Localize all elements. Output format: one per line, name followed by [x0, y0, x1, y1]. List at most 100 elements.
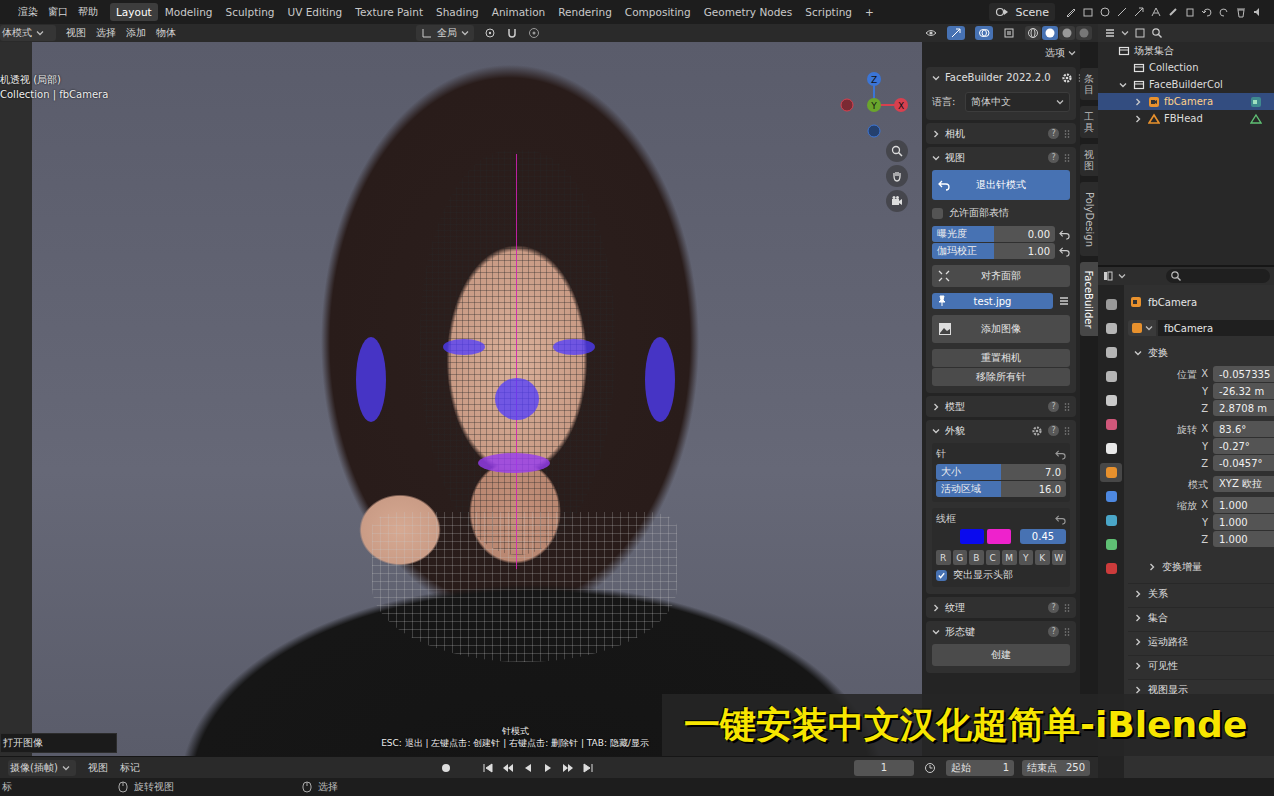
properties-search[interactable] — [1166, 269, 1270, 283]
model-panel-header[interactable]: 模型? — [926, 396, 1076, 417]
sidebar-tab[interactable]: FaceBuilder — [1080, 262, 1098, 336]
search-icon[interactable] — [1151, 27, 1163, 39]
drag-handle-icon[interactable] — [1064, 129, 1070, 139]
xray-icon[interactable] — [1003, 27, 1015, 39]
workspace-tab[interactable]: Compositing — [619, 3, 697, 21]
zoom-button[interactable] — [886, 140, 908, 162]
channel-button[interactable]: Y — [1019, 550, 1034, 565]
clock-icon[interactable] — [924, 762, 936, 774]
section-header[interactable]: 运动路径 — [1128, 631, 1274, 652]
trash-icon[interactable] — [1235, 6, 1247, 18]
camera-view-button[interactable] — [886, 190, 908, 212]
properties-tab[interactable] — [1100, 535, 1122, 554]
drag-handle-icon[interactable] — [1064, 153, 1070, 163]
align-face-button[interactable]: 对齐面部 — [932, 265, 1070, 287]
display-mode-icon[interactable] — [1134, 27, 1146, 39]
properties-tab[interactable] — [1100, 439, 1122, 458]
scene-selector[interactable]: Scene — [989, 3, 1055, 21]
solid-shading[interactable] — [1042, 26, 1058, 40]
overlay-toggle[interactable] — [975, 26, 993, 40]
help-icon[interactable]: ? — [1048, 602, 1059, 613]
vector-field[interactable]: 旋转X83.6° — [1128, 421, 1274, 438]
viewport-menu[interactable]: 视图 — [66, 26, 86, 40]
keying-dropdown[interactable]: 摄像(插帧) — [8, 760, 76, 776]
view-panel-header[interactable]: 视图? — [926, 147, 1076, 168]
camera-panel-header[interactable]: 相机? — [926, 123, 1076, 144]
rectangle-icon[interactable] — [1082, 6, 1094, 18]
next-keyframe-icon[interactable] — [562, 762, 574, 774]
pan-button[interactable] — [886, 165, 908, 187]
workspace-tab[interactable]: Sculpting — [219, 3, 280, 21]
workspace-tab[interactable]: Modeling — [159, 3, 219, 21]
help-icon[interactable]: ? — [1048, 152, 1059, 163]
speaker-icon[interactable] — [1252, 6, 1264, 18]
outliner-item[interactable]: FaceBuilderCol — [1098, 76, 1274, 93]
workspace-tab[interactable]: Shading — [430, 3, 485, 21]
drag-handle-icon[interactable] — [1064, 426, 1070, 436]
timeline-menu[interactable]: 标记 — [120, 761, 140, 775]
record-icon[interactable] — [440, 762, 452, 774]
channel-button[interactable]: G — [953, 550, 968, 565]
language-dropdown[interactable]: 简体中文 — [965, 92, 1070, 112]
timeline-menu[interactable]: 视图 — [88, 761, 108, 775]
exit-pin-mode-button[interactable]: 退出针模式 — [932, 170, 1070, 200]
workspace-tab[interactable]: Geometry Nodes — [698, 3, 799, 21]
value-slider[interactable]: 曝光度0.00 — [932, 226, 1055, 242]
menu-icon[interactable] — [1058, 295, 1070, 307]
eraser-icon[interactable] — [1184, 6, 1196, 18]
viewport-menu[interactable]: 物体 — [156, 26, 176, 40]
vector-field[interactable]: Y-0.27° — [1128, 438, 1274, 455]
sidebar-tab[interactable]: 视图 — [1080, 144, 1098, 176]
circle-icon[interactable] — [1099, 6, 1111, 18]
viewport-menu[interactable]: 添加 — [126, 26, 146, 40]
wire-opacity-field[interactable]: 0.45 — [1020, 529, 1066, 544]
properties-tab[interactable] — [1100, 391, 1122, 410]
section-header[interactable]: 可见性 — [1128, 655, 1274, 676]
properties-tab[interactable] — [1100, 367, 1122, 386]
vector-field[interactable]: 位置X-0.057335 — [1128, 366, 1274, 383]
3d-viewport[interactable]: 机透视 (局部)Collection | fbCameraXYZ针模式ESC: … — [0, 42, 922, 756]
gear-icon[interactable] — [1031, 425, 1043, 437]
object-name-field[interactable]: fbCamera — [1158, 320, 1274, 336]
menu-item[interactable]: 窗口 — [48, 5, 68, 19]
properties-tab[interactable] — [1100, 463, 1122, 482]
properties-tab[interactable] — [1100, 487, 1122, 506]
rotation-mode-field[interactable]: 模式XYZ 欧拉 — [1128, 476, 1274, 493]
section-header[interactable]: 集合 — [1128, 607, 1274, 628]
menu-item[interactable]: 渲染 — [18, 5, 38, 19]
properties-tab[interactable] — [1100, 343, 1122, 362]
visibility-icon[interactable] — [925, 27, 937, 39]
outliner-item[interactable]: Collection — [1098, 59, 1274, 76]
pivot-icon[interactable] — [484, 27, 496, 39]
text-tool-icon[interactable] — [1150, 6, 1162, 18]
prev-keyframe-icon[interactable] — [502, 762, 514, 774]
reset-icon[interactable] — [1059, 229, 1070, 240]
options-dropdown[interactable]: 选项 — [1045, 46, 1076, 60]
vector-field[interactable]: Y1.000 — [1128, 514, 1274, 531]
outliner-item[interactable]: FBHead — [1098, 110, 1274, 127]
highlight-head-checkbox[interactable]: 突出显示头部 — [936, 568, 1066, 582]
color-swatch[interactable] — [987, 529, 1011, 544]
channel-button[interactable]: M — [1002, 550, 1017, 565]
workspace-tab[interactable]: Scripting — [799, 3, 858, 21]
current-frame-field[interactable]: 1 — [854, 760, 914, 776]
workspace-tab[interactable]: Animation — [486, 3, 552, 21]
reset-camera-button[interactable]: 重置相机 — [932, 349, 1070, 367]
shape-keys-panel-header[interactable]: 形态键? — [926, 621, 1076, 642]
add-workspace-button[interactable]: + — [859, 3, 880, 21]
help-icon[interactable]: ? — [1048, 425, 1059, 436]
line-icon[interactable] — [1116, 6, 1128, 18]
jump-start-icon[interactable] — [482, 762, 494, 774]
drag-handle-icon[interactable] — [1064, 603, 1070, 613]
properties-tab[interactable] — [1100, 559, 1122, 578]
editor-type-icon[interactable] — [1104, 27, 1116, 39]
expressions-checkbox[interactable]: 允许面部表情 — [932, 206, 1070, 220]
texture-panel-header[interactable]: 纹理? — [926, 597, 1076, 618]
play-icon[interactable] — [542, 762, 554, 774]
viewport-menu[interactable]: 选择 — [96, 26, 116, 40]
section-header[interactable]: 关系 — [1128, 583, 1274, 604]
orientation-dropdown[interactable]: 全局 — [416, 25, 474, 41]
section-header[interactable]: 变换 — [1128, 343, 1274, 362]
vector-field[interactable]: Z2.8708 m — [1128, 400, 1274, 417]
datablock-type[interactable] — [1128, 320, 1156, 336]
